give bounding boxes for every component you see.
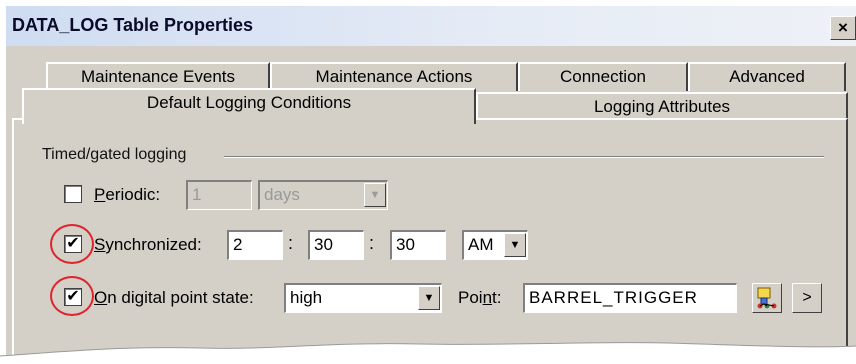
tab-maintenance-events[interactable]: Maintenance Events [46,62,270,91]
more-button[interactable]: > [792,283,822,313]
tab-default-logging-conditions[interactable]: Default Logging Conditions [22,88,476,124]
highlight-circle [50,276,94,316]
group-label-timed-gated: Timed/gated logging [42,146,187,163]
point-browse-button[interactable] [752,283,782,313]
tab-advanced[interactable]: Advanced [688,62,846,91]
chevron-down-icon[interactable]: ▼ [504,233,526,257]
ampm-value: AM [468,235,494,254]
chevron-down-icon[interactable]: ▼ [364,183,386,207]
periodic-interval-input[interactable]: 1 [186,180,252,210]
sync-second-input[interactable]: 30 [390,230,446,260]
digital-state-label: On digital point state: [94,288,254,307]
point-label: Point: [458,288,502,307]
synchronized-label: Synchronized: [94,235,202,254]
torn-edge [0,342,856,364]
sync-ampm-select[interactable]: AM ▼ [462,230,528,260]
periodic-label: Periodic: [94,185,161,204]
chevron-down-icon[interactable]: ▼ [418,286,440,310]
time-separator: : [369,233,375,253]
periodic-unit-value: days [264,185,300,204]
tab-connection[interactable]: Connection [518,62,688,91]
time-separator: : [288,233,294,253]
digital-state-select[interactable]: high ▼ [284,283,442,313]
tab-logging-attributes[interactable]: Logging Attributes [476,92,848,121]
periodic-checkbox[interactable] [64,185,82,203]
sync-hour-input[interactable]: 2 [227,230,283,260]
sync-minute-input[interactable]: 30 [308,230,364,260]
window-title: DATA_LOG Table Properties [12,15,254,35]
close-button[interactable]: × [830,16,856,40]
digital-state-value: high [290,288,323,307]
group-divider [224,156,824,158]
tab-maintenance-actions[interactable]: Maintenance Actions [270,62,518,91]
title-bar[interactable]: DATA_LOG Table Properties × [6,6,856,46]
periodic-unit-select[interactable]: days ▼ [258,180,388,210]
point-name-input[interactable]: BARREL_TRIGGER [523,283,737,313]
browse-points-icon [757,287,777,309]
highlight-circle [50,224,94,264]
